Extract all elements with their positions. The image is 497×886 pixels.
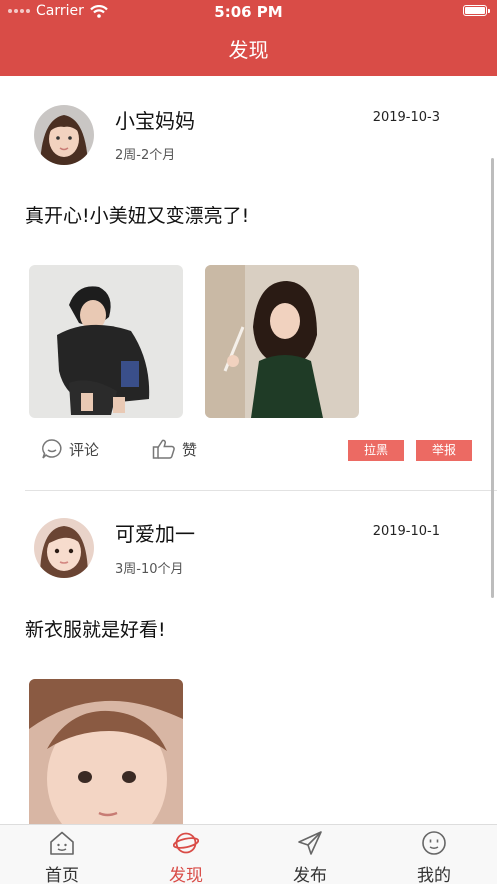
tab-publish[interactable]: 发布 xyxy=(248,825,372,886)
home-icon xyxy=(50,831,74,855)
scroll-indicator[interactable] xyxy=(491,158,494,598)
avatar[interactable] xyxy=(34,105,94,165)
block-button[interactable]: 拉黑 xyxy=(348,440,404,461)
feed-scroll-view[interactable]: 小宝妈妈 2周-2个月 2019-10-3 真开心!小美妞又变漂亮了! 评论 赞… xyxy=(0,76,497,824)
tab-publish-label: 发布 xyxy=(293,866,327,886)
post-baby-age: 2周-2个月 xyxy=(115,148,176,163)
tab-home[interactable]: 首页 xyxy=(0,825,124,886)
post-photo[interactable] xyxy=(205,265,359,418)
paper-plane-icon xyxy=(298,831,322,855)
like-button[interactable]: 赞 xyxy=(152,438,197,460)
comment-label: 评论 xyxy=(69,440,100,459)
comment-bubble-icon xyxy=(42,439,62,459)
post-card: 可爱加一 3周-10个月 2019-10-1 新衣服就是好看! xyxy=(0,491,497,824)
status-time: 5:06 PM xyxy=(214,3,283,21)
post-date: 2019-10-3 xyxy=(372,110,440,125)
post-username[interactable]: 可爱加一 xyxy=(115,518,195,547)
tab-bar: 首页 发现 发布 我的 xyxy=(0,824,497,886)
tab-discover-label: 发现 xyxy=(169,866,203,886)
tab-discover[interactable]: 发现 xyxy=(124,825,248,886)
post-username[interactable]: 小宝妈妈 xyxy=(115,105,195,134)
report-button[interactable]: 举报 xyxy=(416,440,472,461)
nav-bar: 发现 xyxy=(0,24,497,76)
post-card: 小宝妈妈 2周-2个月 2019-10-3 真开心!小美妞又变漂亮了! 评论 赞… xyxy=(0,76,497,491)
post-baby-age: 3周-10个月 xyxy=(115,562,184,577)
like-label: 赞 xyxy=(182,440,198,459)
avatar[interactable] xyxy=(34,518,94,578)
post-photo[interactable] xyxy=(29,265,183,418)
thumbs-up-icon xyxy=(152,439,175,459)
post-text: 真开心!小美妞又变漂亮了! xyxy=(25,205,250,227)
smiley-face-icon xyxy=(422,831,446,855)
page-title: 发现 xyxy=(228,38,269,62)
planet-icon xyxy=(173,832,199,854)
battery-icon xyxy=(463,5,490,16)
post-photo[interactable] xyxy=(29,679,183,824)
tab-profile[interactable]: 我的 xyxy=(372,825,496,886)
post-text: 新衣服就是好看! xyxy=(25,619,166,641)
tab-profile-label: 我的 xyxy=(417,866,451,886)
status-bar: Carrier 5:06 PM xyxy=(0,0,497,24)
tab-home-label: 首页 xyxy=(45,866,79,886)
comment-button[interactable]: 评论 xyxy=(41,438,99,460)
post-date: 2019-10-1 xyxy=(372,524,440,539)
